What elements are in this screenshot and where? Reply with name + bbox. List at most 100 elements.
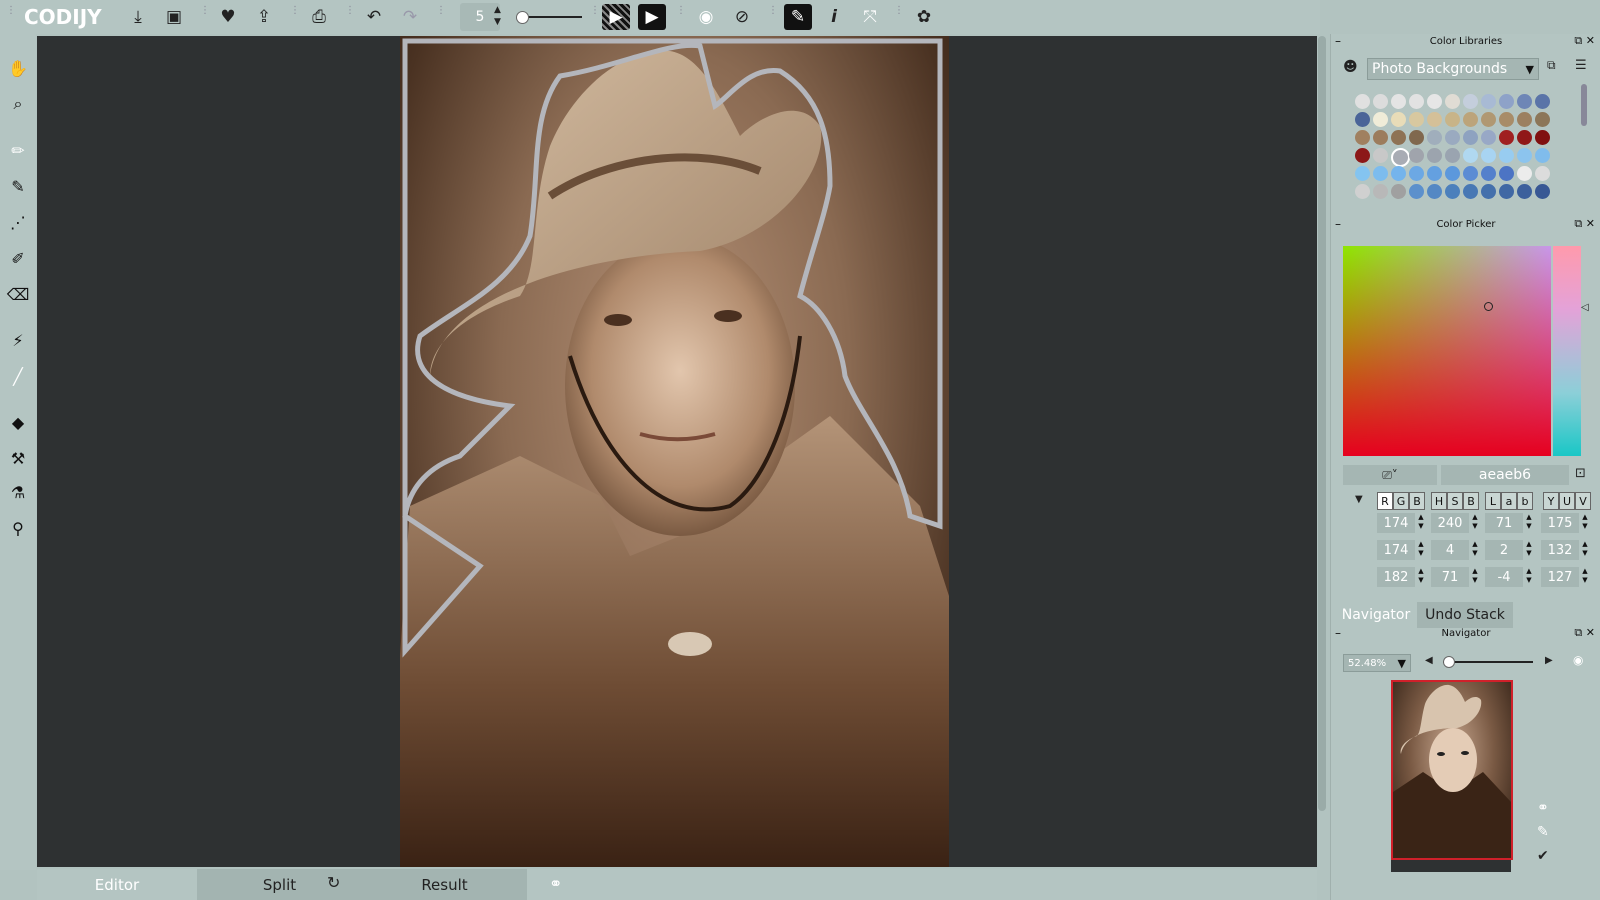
zoom-out-arrow-icon[interactable]: ◀: [1425, 655, 1433, 666]
brush-size-slider-knob[interactable]: [516, 11, 529, 24]
color-swatch[interactable]: [1463, 166, 1478, 181]
tab-result[interactable]: Result: [362, 869, 527, 900]
canvas-vertical-scrollbar[interactable]: [1318, 36, 1326, 811]
color-swatch[interactable]: [1463, 94, 1478, 109]
color-swatch[interactable]: [1499, 148, 1514, 163]
library-menu-icon[interactable]: ☰: [1575, 58, 1587, 73]
brush-icon[interactable]: ✏: [6, 138, 30, 162]
color-value-stepper[interactable]: ▲ ▼: [1581, 540, 1589, 560]
zoom-select[interactable]: 52.48% ▼: [1343, 654, 1411, 672]
tab-navigator[interactable]: Navigator: [1335, 602, 1417, 628]
compare-icon[interactable]: ⚭: [549, 874, 562, 893]
color-swatch[interactable]: [1463, 184, 1478, 199]
color-value-field[interactable]: 71: [1431, 567, 1469, 587]
color-swatch[interactable]: [1427, 130, 1442, 145]
color-value-stepper[interactable]: ▲ ▼: [1525, 567, 1533, 587]
import-icon[interactable]: ⤓: [124, 4, 152, 30]
color-value-field[interactable]: 71: [1485, 513, 1523, 533]
color-swatch[interactable]: [1355, 94, 1370, 109]
toolbar-grip[interactable]: ⋮: [436, 6, 446, 26]
color-value-field[interactable]: 175: [1541, 513, 1579, 533]
color-value-field[interactable]: -4: [1485, 567, 1523, 587]
color-value-stepper[interactable]: ▲ ▼: [1471, 513, 1479, 533]
export-colormap-icon[interactable]: ⇪: [250, 4, 278, 30]
color-swatch[interactable]: [1373, 184, 1388, 199]
pen-icon[interactable]: ✎: [1537, 824, 1549, 840]
color-swatch[interactable]: [1481, 166, 1496, 181]
color-swatch[interactable]: [1535, 166, 1550, 181]
color-value-stepper[interactable]: ▲ ▼: [1417, 513, 1425, 533]
color-swatch[interactable]: [1391, 112, 1406, 127]
color-swatch[interactable]: [1373, 112, 1388, 127]
color-swatch[interactable]: [1355, 112, 1370, 127]
color-swatch[interactable]: [1409, 184, 1424, 199]
color-mode-b-button[interactable]: b: [1517, 492, 1533, 510]
color-value-stepper[interactable]: ▲ ▼: [1525, 540, 1533, 560]
color-swatch[interactable]: [1499, 94, 1514, 109]
color-value-field[interactable]: 182: [1377, 567, 1415, 587]
color-mode-a-button[interactable]: a: [1501, 492, 1517, 510]
zoom-slider-knob[interactable]: [1442, 656, 1455, 668]
dotted-brush-icon[interactable]: ⋰: [6, 210, 30, 234]
color-swatch[interactable]: [1409, 130, 1424, 145]
color-swap-icon[interactable]: ⚗: [6, 480, 30, 504]
brush-size-stepper[interactable]: ▲ ▼: [494, 4, 501, 28]
color-value-stepper[interactable]: ▲ ▼: [1471, 540, 1479, 560]
color-swatch[interactable]: [1481, 94, 1496, 109]
eye-icon[interactable]: ◉: [1573, 653, 1583, 667]
hue-slider[interactable]: [1553, 246, 1581, 456]
color-value-field[interactable]: 127: [1541, 567, 1579, 587]
color-swatch[interactable]: [1481, 148, 1496, 163]
colorize-preview-icon[interactable]: ▶: [602, 4, 630, 30]
compare-icon[interactable]: ⚭: [1537, 800, 1549, 816]
eraser-icon[interactable]: ⌫: [6, 282, 30, 306]
library-float-icon[interactable]: ⧉: [1547, 58, 1556, 73]
toolbar-grip[interactable]: ⋮: [894, 6, 904, 26]
stamp-icon[interactable]: ⚒: [6, 446, 30, 470]
minimize-icon[interactable]: –: [1335, 626, 1341, 640]
swatch-scrollbar[interactable]: [1581, 84, 1587, 126]
color-swatch[interactable]: [1535, 94, 1550, 109]
color-swatch[interactable]: [1517, 112, 1532, 127]
color-swatch[interactable]: [1427, 184, 1442, 199]
color-mode-u-button[interactable]: U: [1559, 492, 1575, 510]
color-value-field[interactable]: 132: [1541, 540, 1579, 560]
color-value-field[interactable]: 2: [1485, 540, 1523, 560]
color-swatch[interactable]: [1499, 130, 1514, 145]
hide-icon[interactable]: ⊘: [728, 4, 756, 30]
toolbar-grip[interactable]: ⋮: [768, 6, 778, 26]
color-value-stepper[interactable]: ▲ ▼: [1417, 540, 1425, 560]
color-mode-y-button[interactable]: Y: [1543, 492, 1559, 510]
editor-canvas[interactable]: [37, 36, 1317, 867]
settings-icon[interactable]: ✿: [910, 4, 938, 30]
color-swatch[interactable]: [1535, 112, 1550, 127]
color-swatch[interactable]: [1499, 184, 1514, 199]
hue-pointer-icon[interactable]: ◁: [1581, 302, 1589, 313]
eye-icon[interactable]: ◉: [692, 4, 720, 30]
fullscreen-icon[interactable]: ⤧: [856, 4, 884, 30]
color-swatch[interactable]: [1355, 184, 1370, 199]
split-swap-icon[interactable]: ↻: [327, 873, 340, 892]
pencil-icon[interactable]: ✎: [6, 174, 30, 198]
color-swatch[interactable]: [1409, 166, 1424, 181]
color-swatch[interactable]: [1463, 112, 1478, 127]
color-swatch[interactable]: [1355, 148, 1370, 163]
color-swatch[interactable]: [1517, 94, 1532, 109]
color-swatch[interactable]: [1481, 184, 1496, 199]
color-swatch[interactable]: [1463, 130, 1478, 145]
info-icon[interactable]: i: [820, 4, 848, 30]
color-mode-g-button[interactable]: G: [1393, 492, 1409, 510]
pen-mode-icon[interactable]: ✎: [784, 4, 812, 30]
color-value-field[interactable]: 4: [1431, 540, 1469, 560]
color-swatch[interactable]: [1445, 148, 1460, 163]
colorize-play-icon[interactable]: ▶: [638, 4, 666, 30]
color-mode-h-button[interactable]: H: [1431, 492, 1447, 510]
color-swatch[interactable]: [1517, 130, 1532, 145]
color-swatch[interactable]: [1445, 184, 1460, 199]
saturation-value-field[interactable]: [1343, 246, 1551, 456]
hex-input[interactable]: aeaeb6: [1441, 465, 1569, 485]
minimize-icon[interactable]: –: [1335, 34, 1341, 48]
color-value-stepper[interactable]: ▲ ▼: [1581, 567, 1589, 587]
line-icon[interactable]: ╱: [6, 364, 30, 388]
picker-image-icon[interactable]: ⊡: [1575, 466, 1586, 481]
